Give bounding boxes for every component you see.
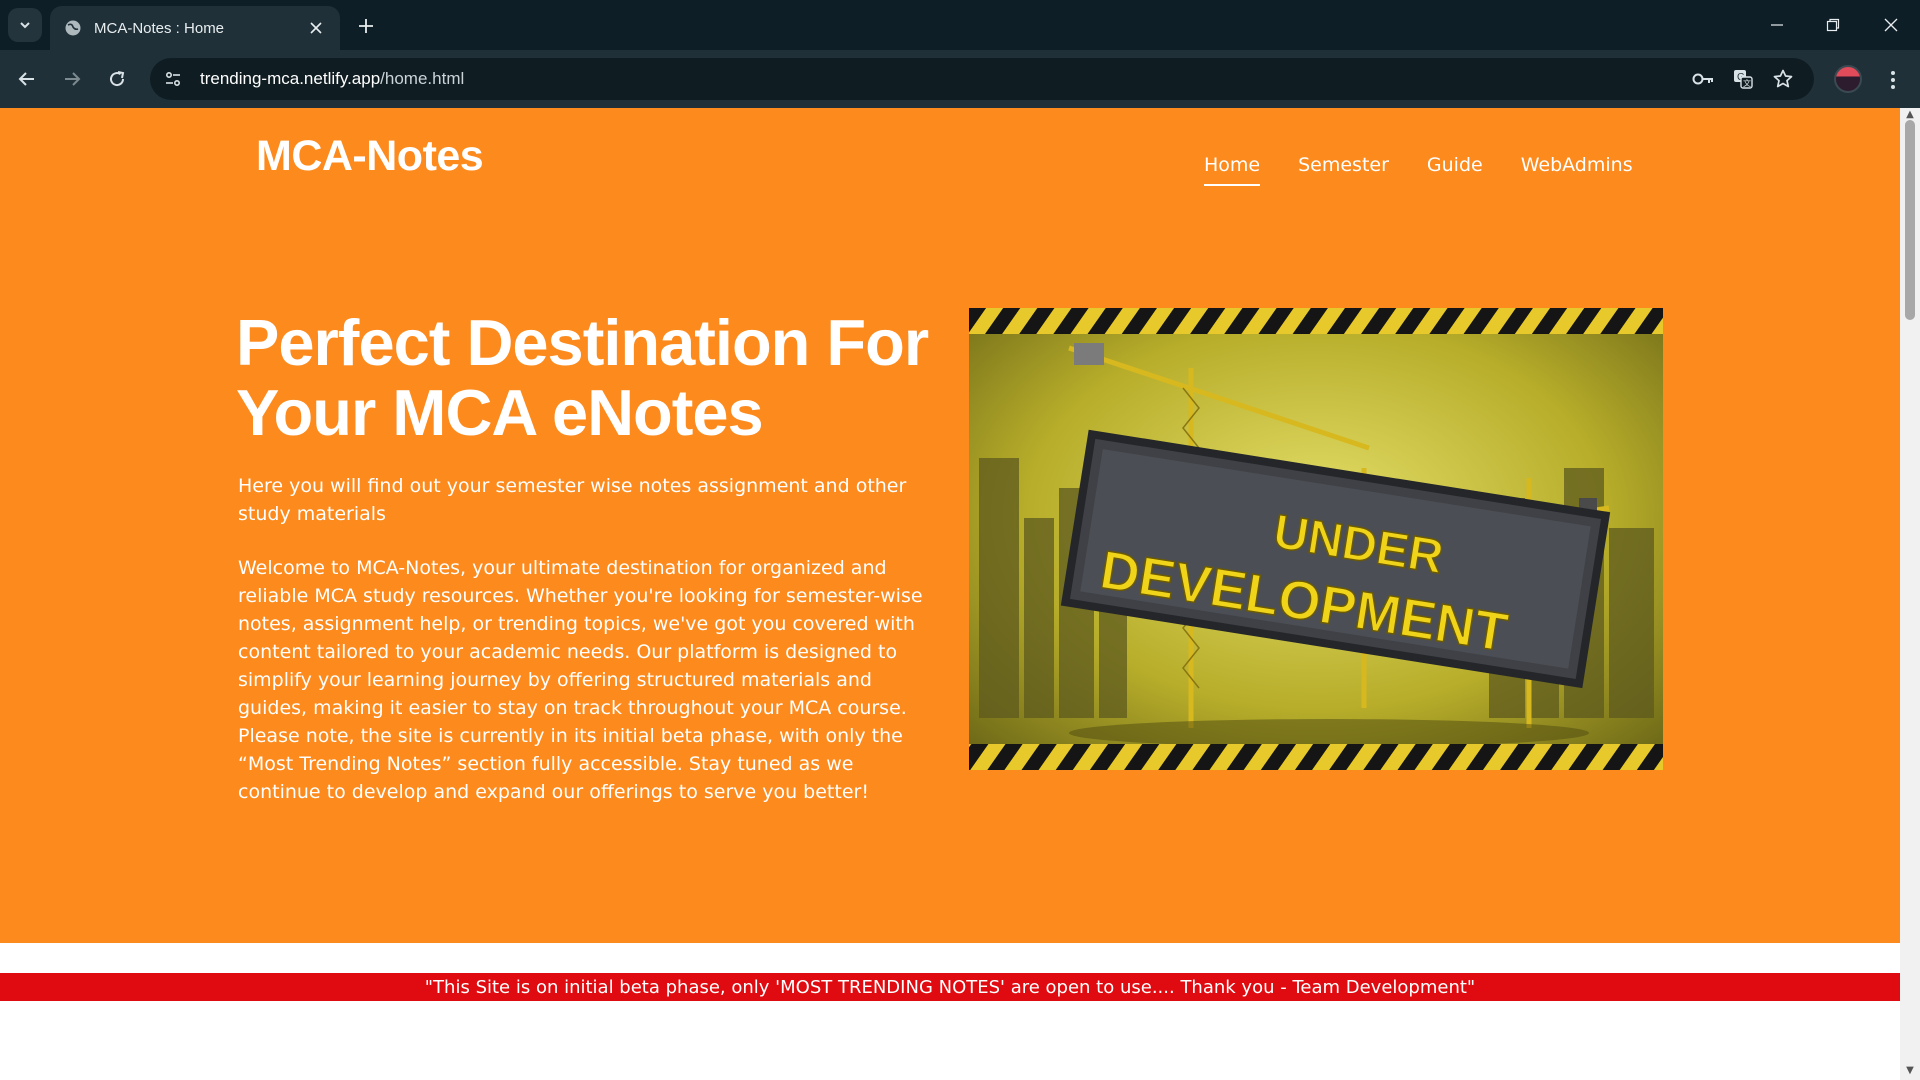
page-viewport: MCA-Notes Home Semester Guide WebAdmins … [0, 108, 1900, 1080]
reload-icon[interactable] [99, 61, 135, 97]
nav-semester[interactable]: Semester [1298, 154, 1389, 186]
browser-tab-bar: MCA-Notes : Home [0, 0, 1920, 50]
nav-webadmins[interactable]: WebAdmins [1521, 154, 1633, 186]
tab-search-icon[interactable] [8, 8, 42, 42]
site-info-icon[interactable] [154, 60, 192, 98]
back-arrow-icon[interactable] [9, 61, 45, 97]
kebab-menu-icon[interactable] [1876, 63, 1910, 97]
plus-icon[interactable] [352, 12, 380, 40]
url-host: trending-mca.netlify.app [200, 69, 381, 88]
minimize-icon[interactable] [1760, 8, 1794, 42]
profile-avatar[interactable] [1834, 65, 1862, 93]
nav-home[interactable]: Home [1204, 154, 1261, 186]
site-logo[interactable]: MCA-Notes [256, 132, 484, 181]
scroll-up-icon[interactable]: ▲ [1905, 110, 1915, 120]
forward-arrow-icon[interactable] [54, 61, 90, 97]
url-path: /home.html [380, 69, 465, 88]
svg-text:文: 文 [1743, 78, 1751, 88]
translate-icon[interactable]: G文 [1726, 62, 1760, 96]
window-close-icon[interactable] [1874, 8, 1908, 42]
hero-section: MCA-Notes Home Semester Guide WebAdmins … [0, 108, 1900, 943]
tab-title: MCA-Notes : Home [94, 19, 225, 37]
nav-guide[interactable]: Guide [1427, 154, 1483, 186]
scroll-down-icon[interactable]: ▼ [1905, 1066, 1915, 1076]
url-text[interactable]: trending-mca.netlify.app/home.html [200, 69, 464, 89]
page-scrollbar[interactable]: ▲ ▼ [1900, 108, 1920, 1080]
restore-icon[interactable] [1816, 8, 1850, 42]
globe-icon [64, 19, 82, 37]
hero-description: Welcome to MCA-Notes, your ultimate dest… [238, 557, 923, 803]
under-development-image: UNDER DEVELOPMENT [969, 308, 1663, 770]
beta-notice-text: "This Site is on initial beta phase, onl… [424, 976, 1476, 998]
browser-tab-active[interactable]: MCA-Notes : Home [50, 6, 340, 50]
scrollbar-thumb[interactable] [1905, 120, 1915, 320]
hero-headline: Perfect Destination For Your MCA eNotes [236, 306, 929, 449]
close-icon[interactable] [306, 18, 326, 38]
main-nav: Home Semester Guide WebAdmins [1204, 154, 1633, 186]
browser-toolbar: trending-mca.netlify.app/home.html G文 [0, 50, 1920, 108]
hero-subheading: Here you will find out your semester wis… [238, 475, 907, 525]
beta-notice-banner: "This Site is on initial beta phase, onl… [0, 973, 1900, 1001]
password-key-icon[interactable] [1686, 62, 1720, 96]
bookmark-star-icon[interactable] [1766, 62, 1800, 96]
address-bar[interactable]: trending-mca.netlify.app/home.html G文 [150, 58, 1814, 100]
